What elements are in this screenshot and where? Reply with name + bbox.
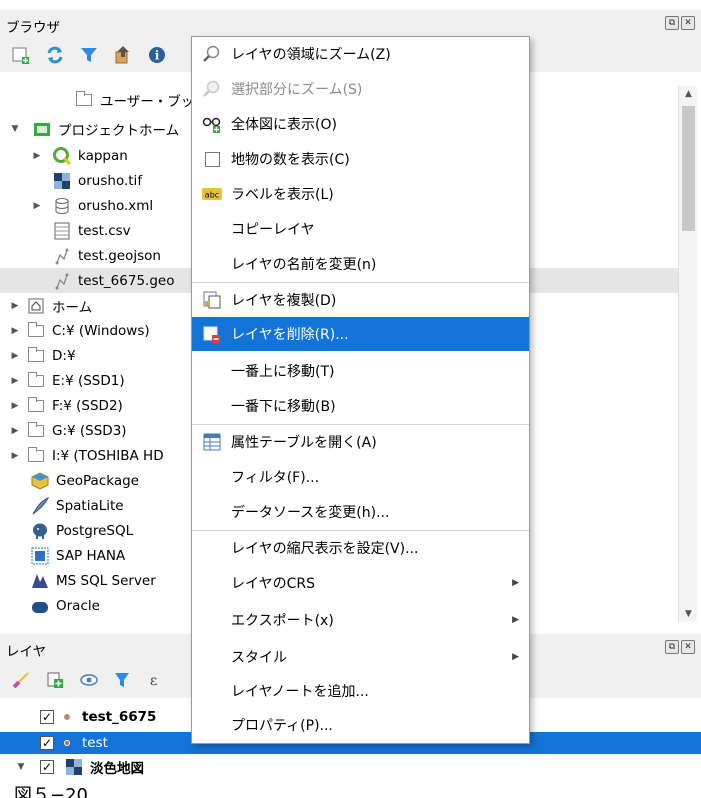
collapsed-arrow-icon[interactable]: ▶ bbox=[8, 426, 22, 436]
menu-item-open-attribute-table[interactable]: 属性テーブルを開く(A) bbox=[192, 425, 529, 459]
menu-item-copy-layer[interactable]: コピーレイヤ bbox=[192, 212, 529, 246]
collapsed-arrow-icon[interactable]: ▶ bbox=[8, 351, 22, 361]
menu-item-layer-crs[interactable]: レイヤのCRS ▶ bbox=[192, 566, 529, 600]
table-icon bbox=[52, 222, 72, 240]
project-home-icon bbox=[32, 120, 52, 138]
raster-icon bbox=[52, 172, 72, 190]
visibility-eye-icon[interactable] bbox=[78, 669, 100, 691]
menu-item-zoom-to-selection[interactable]: 選択部分にズーム(S) bbox=[192, 72, 529, 106]
folder-icon bbox=[26, 371, 46, 390]
menu-item-move-to-bottom[interactable]: 一番下に移動(B) bbox=[192, 389, 529, 423]
home-icon bbox=[26, 297, 46, 315]
close-panel-button[interactable]: ✕ bbox=[681, 16, 695, 30]
menu-item-change-data-source[interactable]: データソースを変更(h)... bbox=[192, 495, 529, 529]
mssql-icon bbox=[30, 572, 50, 590]
layer-item-tanshoku[interactable]: ▼ ✓ 淡色地図 bbox=[0, 756, 701, 778]
svg-text:abc: abc bbox=[205, 191, 219, 200]
collapsed-arrow-icon[interactable]: ▶ bbox=[8, 401, 22, 411]
close-panel-button[interactable]: ✕ bbox=[681, 640, 695, 654]
folder-icon bbox=[26, 346, 46, 365]
filter-icon[interactable] bbox=[78, 44, 100, 66]
show-in-overview-icon bbox=[202, 114, 222, 134]
collapsed-arrow-icon[interactable]: ▶ bbox=[8, 376, 22, 386]
collapsed-arrow-icon[interactable]: ▶ bbox=[8, 301, 22, 311]
postgresql-icon bbox=[30, 522, 50, 540]
submenu-arrow-icon: ▶ bbox=[512, 615, 519, 625]
filter-legend-icon[interactable] bbox=[112, 669, 134, 691]
database-icon bbox=[52, 197, 72, 215]
layers-panel-title: レイヤ bbox=[6, 644, 47, 660]
zoom-to-layer-icon bbox=[202, 44, 222, 64]
browser-scrollbar[interactable]: ▲ ▼ bbox=[678, 86, 697, 622]
scroll-down-arrow-icon[interactable]: ▼ bbox=[679, 606, 698, 622]
sap-hana-icon bbox=[30, 547, 50, 565]
vector-icon bbox=[52, 247, 72, 265]
raster-icon bbox=[64, 758, 84, 776]
folder-icon bbox=[26, 396, 46, 415]
folder-icon bbox=[26, 421, 46, 440]
info-icon[interactable]: i bbox=[146, 44, 168, 66]
menu-item-duplicate-layer[interactable]: レイヤを複製(D) bbox=[192, 283, 529, 317]
menu-item-show-feature-count[interactable]: 地物の数を表示(C) bbox=[192, 142, 529, 176]
browser-panel-title: ブラウザ bbox=[6, 20, 60, 36]
add-layer-icon[interactable] bbox=[10, 44, 32, 66]
menu-item-show-labels[interactable]: abc ラベルを表示(L) bbox=[192, 177, 529, 211]
point-symbol-icon bbox=[64, 714, 70, 720]
collapse-all-icon[interactable] bbox=[112, 44, 134, 66]
menu-item-show-in-overview[interactable]: 全体図に表示(O) bbox=[192, 107, 529, 141]
menu-item-move-to-top[interactable]: 一番上に移動(T) bbox=[192, 354, 529, 388]
expanded-arrow-icon[interactable]: ▼ bbox=[14, 762, 28, 772]
layer-visibility-checkbox[interactable]: ✓ bbox=[40, 736, 54, 750]
menu-item-zoom-to-layer[interactable]: レイヤの領域にズーム(Z) bbox=[192, 37, 529, 71]
menu-item-add-layer-note[interactable]: レイヤノートを追加... bbox=[192, 674, 529, 708]
scroll-up-arrow-icon[interactable]: ▲ bbox=[679, 86, 698, 102]
folder-icon bbox=[74, 90, 94, 109]
attribute-table-icon bbox=[202, 432, 222, 452]
menu-item-filter[interactable]: フィルタ(F)... bbox=[192, 460, 529, 494]
checkbox-icon[interactable] bbox=[202, 149, 222, 169]
menu-item-style[interactable]: スタイル ▶ bbox=[192, 640, 529, 674]
remove-layer-icon bbox=[202, 324, 222, 344]
menu-item-set-scale-visibility[interactable]: レイヤの縮尺表示を設定(V)... bbox=[192, 531, 529, 565]
refresh-icon[interactable] bbox=[44, 44, 66, 66]
expression-filter-icon[interactable]: ε bbox=[146, 669, 168, 691]
qgis-project-icon bbox=[52, 146, 72, 165]
menu-item-properties[interactable]: プロパティ(P)... bbox=[192, 708, 529, 742]
point-symbol-icon bbox=[64, 740, 70, 746]
scroll-thumb[interactable] bbox=[682, 106, 695, 231]
float-panel-button[interactable]: ⧉ bbox=[665, 16, 679, 30]
folder-icon bbox=[26, 446, 46, 465]
expanded-arrow-icon[interactable]: ▼ bbox=[8, 124, 22, 134]
collapsed-arrow-icon[interactable]: ▶ bbox=[30, 151, 44, 161]
oracle-icon bbox=[30, 597, 50, 615]
figure-caption: 図５−20 bbox=[14, 785, 88, 798]
layer-visibility-checkbox[interactable]: ✓ bbox=[40, 710, 54, 724]
collapsed-arrow-icon[interactable]: ▶ bbox=[8, 326, 22, 336]
submenu-arrow-icon: ▶ bbox=[512, 578, 519, 588]
layer-context-menu: レイヤの領域にズーム(Z) 選択部分にズーム(S) 全体図に表示(O) 地物の数… bbox=[191, 36, 530, 744]
menu-item-export[interactable]: エクスポート(x) ▶ bbox=[192, 603, 529, 637]
layer-visibility-checkbox[interactable]: ✓ bbox=[40, 760, 54, 774]
browser-panel-header: ブラウザ ⧉ ✕ bbox=[0, 10, 701, 38]
add-group-icon[interactable] bbox=[44, 669, 66, 691]
spatialite-icon bbox=[30, 496, 50, 515]
zoom-to-selection-icon bbox=[202, 79, 222, 99]
collapsed-arrow-icon[interactable]: ▶ bbox=[8, 451, 22, 461]
submenu-arrow-icon: ▶ bbox=[512, 652, 519, 662]
duplicate-layer-icon bbox=[202, 290, 222, 310]
vector-icon bbox=[52, 272, 72, 290]
label-icon: abc bbox=[202, 184, 222, 204]
collapsed-arrow-icon[interactable]: ▶ bbox=[30, 201, 44, 211]
float-panel-button[interactable]: ⧉ bbox=[665, 640, 679, 654]
menu-item-remove-layer[interactable]: レイヤを削除(R)... bbox=[192, 317, 529, 351]
menu-item-rename-layer[interactable]: レイヤの名前を変更(n) bbox=[192, 247, 529, 281]
svg-text:i: i bbox=[155, 49, 160, 63]
folder-icon bbox=[26, 321, 46, 340]
svg-text:ε: ε bbox=[150, 673, 157, 689]
style-brush-icon[interactable] bbox=[10, 669, 32, 691]
geopackage-icon bbox=[30, 471, 50, 490]
